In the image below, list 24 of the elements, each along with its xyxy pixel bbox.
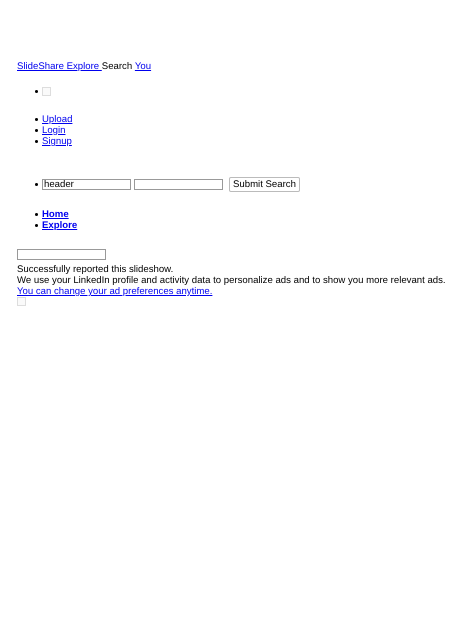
bullet-icon [35,129,38,132]
bullet-icon [35,118,38,121]
input-field[interactable] [17,249,106,260]
main-nav-link[interactable]: Home [42,209,69,220]
search-field[interactable] [134,179,223,190]
bullet-icon [35,90,38,93]
nav-link[interactable]: SlideShare Explore [17,61,102,72]
nav-text: Search [102,61,134,72]
submit-search-button[interactable]: Submit Search [229,177,300,192]
report-message: Successfully reported this slideshow. [17,264,174,275]
account-link[interactable]: Signup [42,136,72,147]
bullet-icon [35,183,38,186]
ad-preferences-link[interactable]: You can change your ad preferences anytime. [17,286,212,297]
nav-link[interactable]: You [134,61,152,72]
broken-image-icon [17,297,26,306]
account-link[interactable]: Login [42,125,66,136]
account-link[interactable]: Upload [42,114,72,125]
bullet-icon [35,224,38,227]
main-nav-link[interactable]: Explore [42,220,78,231]
broken-image-icon [42,87,51,96]
search-field[interactable]: header [42,179,131,190]
bullet-icon [35,213,38,216]
ads-notice: We use your LinkedIn profile and activity data to personalize ads and to show you more relevant ads. [17,275,447,286]
bullet-icon [35,140,38,143]
